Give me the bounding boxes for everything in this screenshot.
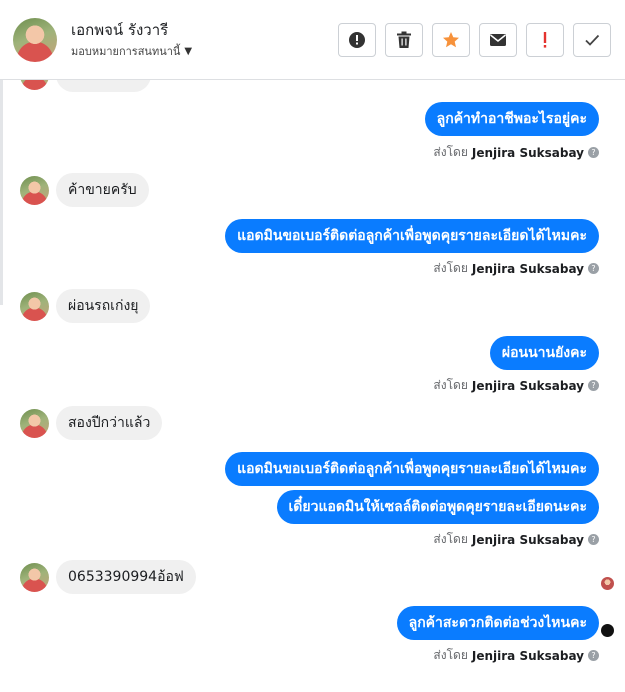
trash-icon — [396, 31, 412, 49]
message-bubble-out[interactable]: แอดมินขอเบอร์ติดต่อลูกค้าเพื่อพูดคุยรายล… — [225, 452, 599, 486]
envelope-icon — [489, 33, 507, 47]
mark-unread-button[interactable] — [479, 23, 517, 57]
agent-name: Jenjira Suksabay — [471, 261, 584, 276]
message-bubble-out[interactable]: ลูกค้าสะดวกติดต่อช่วงไหนคะ — [396, 606, 599, 640]
sent-by-info: ส่งโดย Jenjira Suksabay ? — [433, 646, 599, 665]
message-row-in: ผ่อนรถเก่งยุ — [20, 289, 151, 323]
exclamation-circle-icon — [348, 31, 366, 49]
message-bubble-in[interactable]: สองปีกว่าแล้ว — [56, 406, 163, 440]
seen-indicator-avatar — [601, 624, 614, 637]
sent-by-info: ส่งโดย Jenjira Suksabay ? — [433, 143, 599, 162]
message-bubble-out[interactable]: ผ่อนนานยังคะ — [489, 336, 599, 370]
agent-name: Jenjira Suksabay — [471, 378, 584, 393]
conversation-header: เอกพจน์ รังวารี มอบหมายการสนทนานี้ ▼ — [0, 0, 625, 80]
sent-by-info: ส่งโดย Jenjira Suksabay ? — [433, 530, 599, 549]
sender-avatar — [20, 291, 49, 321]
assign-conversation-dropdown[interactable]: มอบหมายการสนทนานี้ ▼ — [71, 42, 192, 60]
sender-avatar — [20, 175, 49, 205]
sent-by-label: ส่งโดย — [433, 648, 468, 662]
sender-avatar — [20, 562, 49, 592]
exclamation-icon — [542, 31, 548, 49]
message-row-in: 0653390994อ้อฟ — [20, 560, 196, 594]
mark-spam-button[interactable] — [338, 23, 376, 57]
conversation-toolbar — [338, 23, 611, 57]
mark-done-button[interactable] — [573, 23, 611, 57]
sent-by-label: ส่งโดย — [433, 261, 468, 275]
message-bubble-out[interactable]: เดี๋ยวแอดมินให้เซลล์ติดต่อพูดคุยรายละเอี… — [276, 490, 599, 524]
agent-name: Jenjira Suksabay — [471, 532, 584, 547]
message-row-in: สองปีกว่าแล้ว — [20, 406, 163, 440]
message-bubble-in[interactable]: ค้าขายครับ — [56, 173, 149, 207]
delete-button[interactable] — [385, 23, 423, 57]
sender-avatar — [20, 408, 49, 438]
sent-by-info: ส่งโดย Jenjira Suksabay ? — [433, 259, 599, 278]
message-bubble-in[interactable]: 0653390994อ้อฟ — [56, 560, 196, 594]
star-button[interactable] — [432, 23, 470, 57]
help-icon[interactable]: ? — [588, 263, 599, 274]
help-icon[interactable]: ? — [588, 534, 599, 545]
check-icon — [584, 33, 600, 47]
contact-name[interactable]: เอกพจน์ รังวารี — [71, 18, 168, 42]
sent-by-label: ส่งโดย — [433, 378, 468, 392]
help-icon[interactable]: ? — [588, 380, 599, 391]
agent-name: Jenjira Suksabay — [471, 145, 584, 160]
mark-important-button[interactable] — [526, 23, 564, 57]
sent-by-label: ส่งโดย — [433, 532, 468, 546]
message-bubble-out[interactable]: ลูกค้าทำอาชีพอะไรอยู่คะ — [424, 102, 599, 136]
sent-by-info: ส่งโดย Jenjira Suksabay ? — [433, 376, 599, 395]
agent-name: Jenjira Suksabay — [471, 648, 584, 663]
assign-conversation-label: มอบหมายการสนทนานี้ — [71, 45, 181, 58]
caret-down-icon: ▼ — [184, 45, 193, 57]
sent-by-label: ส่งโดย — [433, 145, 468, 159]
help-icon[interactable]: ? — [588, 147, 599, 158]
message-row-in: ค้าขายครับ — [20, 173, 149, 207]
seen-indicator-avatar — [601, 577, 614, 590]
scrollbar[interactable] — [0, 80, 3, 305]
star-icon — [442, 31, 460, 49]
message-bubble-out[interactable]: แอดมินขอเบอร์ติดต่อลูกค้าเพื่อพูดคุยรายล… — [225, 219, 599, 253]
help-icon[interactable]: ? — [588, 650, 599, 661]
contact-avatar[interactable] — [13, 18, 57, 62]
message-bubble-in[interactable]: ผ่อนรถเก่งยุ — [56, 289, 151, 323]
